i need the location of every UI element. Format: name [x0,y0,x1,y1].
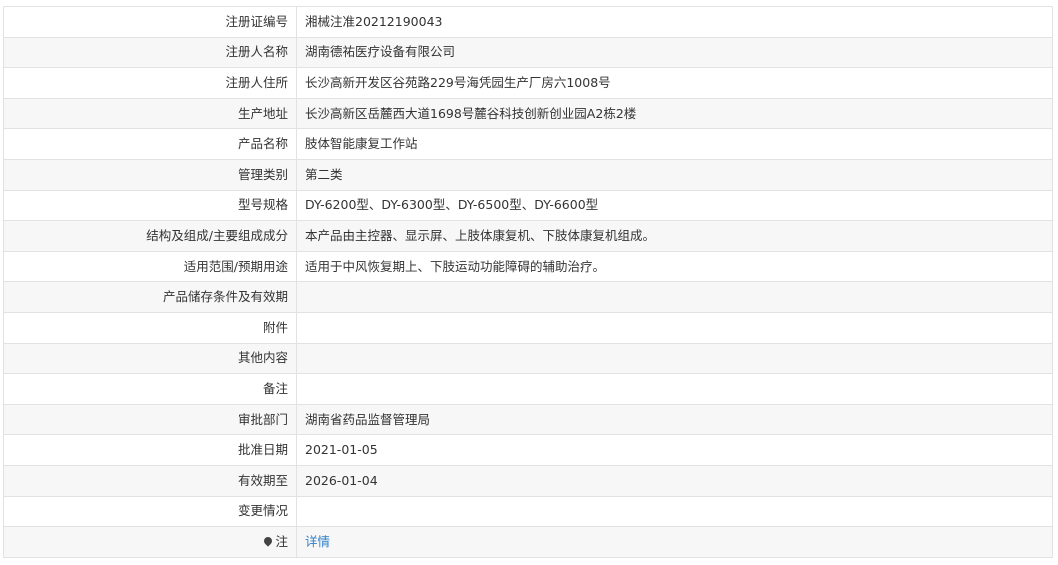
row-label-model-spec: 型号规格 [3,189,297,222]
table-row: 结构及组成/主要组成成分 本产品由主控器、显示屏、上肢体康复机、下肢体康复机组成… [3,220,1053,252]
row-value-product-name: 肢体智能康复工作站 [296,128,1053,160]
row-label-storage-validity: 产品储存条件及有效期 [3,281,297,313]
row-label-change-status: 变更情况 [3,495,297,528]
row-value-remarks [296,373,1053,405]
table-row: 产品储存条件及有效期 [3,281,1053,313]
row-value-note: 详情 [296,526,1053,558]
row-label-approval-department: 审批部门 [3,403,297,436]
row-value-approval-date: 2021-01-05 [296,434,1053,466]
note-label: 注 [275,533,288,549]
table-row: 审批部门 湖南省药品监督管理局 [3,403,1053,436]
table-row: 管理类别 第二类 [3,158,1053,191]
table-row: 附件 [3,311,1053,344]
row-label-approval-date: 批准日期 [3,434,297,466]
row-value-production-address: 长沙高新区岳麓西大道1698号麓谷科技创新创业园A2栋2楼 [296,97,1053,130]
row-label-registrant-address: 注册人住所 [3,67,297,99]
row-label-product-name: 产品名称 [3,128,297,160]
table-row: 变更情况 [3,495,1053,528]
row-label-attachment: 附件 [3,311,297,344]
table-row: 型号规格 DY-6200型、DY-6300型、DY-6500型、DY-6600型 [3,189,1053,222]
row-value-change-status [296,495,1053,528]
row-value-registration-number: 湘械注准20212190043 [296,6,1053,38]
row-value-storage-validity [296,281,1053,313]
row-label-note: 注 [3,526,297,558]
table-row: 批准日期 2021-01-05 [3,434,1053,466]
row-value-registrant-name: 湖南德祐医疗设备有限公司 [296,36,1053,69]
table-row: 产品名称 肢体智能康复工作站 [3,128,1053,160]
table-row: 注册人住所 长沙高新开发区谷苑路229号海凭园生产厂房六1008号 [3,67,1053,99]
row-label-remarks: 备注 [3,373,297,405]
row-value-structure-composition: 本产品由主控器、显示屏、上肢体康复机、下肢体康复机组成。 [296,220,1053,252]
registration-detail-panel: 注册证编号 湘械注准20212190043 注册人名称 湖南德祐医疗设备有限公司… [3,6,1053,558]
row-label-production-address: 生产地址 [3,97,297,130]
row-value-model-spec: DY-6200型、DY-6300型、DY-6500型、DY-6600型 [296,189,1053,222]
row-label-registrant-name: 注册人名称 [3,36,297,69]
table-row: 注册人名称 湖南德祐医疗设备有限公司 [3,36,1053,69]
row-label-management-category: 管理类别 [3,158,297,191]
row-label-intended-use: 适用范围/预期用途 [3,250,297,283]
row-value-registrant-address: 长沙高新开发区谷苑路229号海凭园生产厂房六1008号 [296,67,1053,99]
table-row: 适用范围/预期用途 适用于中风恢复期上、下肢运动功能障碍的辅助治疗。 [3,250,1053,283]
row-label-registration-number: 注册证编号 [3,6,297,38]
row-value-valid-until: 2026-01-04 [296,464,1053,497]
row-value-other-content [296,342,1053,375]
table-row: 其他内容 [3,342,1053,375]
table-row: 注 详情 [3,526,1053,558]
table-row: 生产地址 长沙高新区岳麓西大道1698号麓谷科技创新创业园A2栋2楼 [3,97,1053,130]
row-value-attachment [296,311,1053,344]
pin-icon [262,535,275,547]
row-value-intended-use: 适用于中风恢复期上、下肢运动功能障碍的辅助治疗。 [296,250,1053,283]
row-value-management-category: 第二类 [296,158,1053,191]
registration-detail-table: 注册证编号 湘械注准20212190043 注册人名称 湖南德祐医疗设备有限公司… [3,6,1053,558]
row-label-structure-composition: 结构及组成/主要组成成分 [3,220,297,252]
table-row: 有效期至 2026-01-04 [3,464,1053,497]
table-row: 备注 [3,373,1053,405]
row-value-approval-department: 湖南省药品监督管理局 [296,403,1053,436]
row-label-other-content: 其他内容 [3,342,297,375]
row-label-valid-until: 有效期至 [3,464,297,497]
details-link[interactable]: 详情 [305,534,330,549]
table-row: 注册证编号 湘械注准20212190043 [3,6,1053,38]
